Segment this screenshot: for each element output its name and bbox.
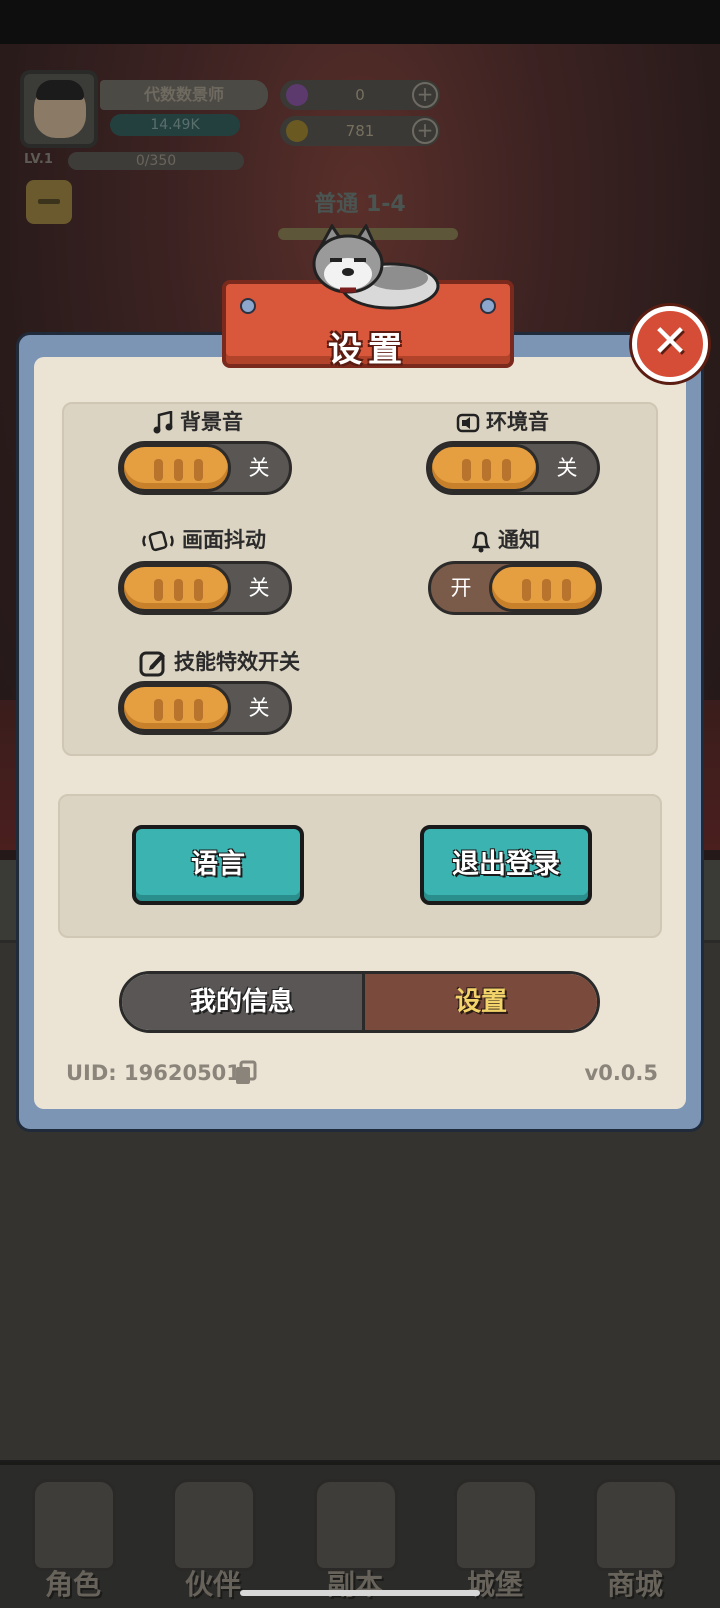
- vibrate-icon: [142, 530, 174, 552]
- bell-icon: [471, 531, 491, 553]
- settings-title: 设置: [328, 330, 408, 370]
- toggle-knob: [489, 564, 599, 612]
- add-gems-button[interactable]: +: [412, 82, 438, 108]
- uid-label: UID: 19620501: [66, 1061, 241, 1085]
- player-avatar[interactable]: [20, 70, 98, 148]
- avatar-hair: [36, 80, 84, 100]
- nav-item-partner[interactable]: 伙伴: [148, 1479, 278, 1605]
- skill-fx-toggle[interactable]: 关: [118, 681, 292, 735]
- language-button[interactable]: 语言: [132, 825, 304, 905]
- toggle-knob: [121, 564, 231, 612]
- nav-label: 伙伴: [184, 1568, 241, 1601]
- nav-label: 副本: [326, 1568, 383, 1601]
- shake-option-label: 画面抖动: [140, 524, 266, 556]
- coin-icon: [286, 120, 308, 142]
- nav-item-shop[interactable]: 商城: [570, 1479, 700, 1605]
- logout-button[interactable]: 退出登录: [420, 825, 592, 905]
- shake-toggle-state: 关: [248, 576, 270, 600]
- tab-my-info[interactable]: 我的信息: [122, 974, 362, 1030]
- home-indicator[interactable]: [240, 1590, 480, 1596]
- power-value: 14.49K: [110, 114, 240, 136]
- skill-fx-option-label: 技能特效开关: [138, 646, 300, 678]
- music-note-icon: [153, 410, 173, 434]
- game-screen: 代数数景师 14.49K LV.1 0/350 0 + 781 + 普通 1-4…: [0, 0, 720, 1608]
- level-label: LV.1: [24, 152, 53, 167]
- ambient-option-label: 环境音: [456, 406, 549, 438]
- ambient-toggle[interactable]: 关: [426, 441, 600, 495]
- notification-toggle[interactable]: 开: [428, 561, 602, 615]
- partner-icon: [172, 1479, 256, 1571]
- gem-counter: 0 +: [280, 80, 440, 110]
- nav-item-castle[interactable]: 城堡: [430, 1479, 560, 1605]
- toggle-knob: [121, 444, 231, 492]
- bgm-option-label: 背景音: [152, 406, 243, 438]
- coin-value: 781: [345, 122, 375, 140]
- skill-fx-toggle-state: 关: [248, 696, 270, 720]
- exp-progress: 0/350: [68, 152, 244, 170]
- banner-rivet: [480, 298, 496, 314]
- edit-icon: [139, 651, 165, 677]
- speaker-icon: [456, 413, 480, 433]
- side-menu-button[interactable]: [26, 180, 72, 224]
- close-button[interactable]: ✕: [632, 306, 708, 382]
- close-icon: ✕: [651, 316, 689, 367]
- status-bar: [0, 0, 720, 44]
- coin-counter: 781 +: [280, 116, 440, 146]
- toggle-knob: [121, 684, 231, 732]
- nav-item-character[interactable]: 角色: [8, 1479, 138, 1605]
- bottom-nav: 角色 伙伴 副本 城堡 商城: [0, 1462, 720, 1608]
- nav-label: 城堡: [466, 1568, 523, 1601]
- add-coins-button[interactable]: +: [412, 118, 438, 144]
- settings-tab-bar: 我的信息 设置: [119, 971, 600, 1033]
- shake-toggle[interactable]: 关: [118, 561, 292, 615]
- banner-rivet: [240, 298, 256, 314]
- gem-value: 0: [355, 86, 365, 104]
- stage-label: 普通 1-4: [314, 192, 406, 217]
- nav-label: 商城: [606, 1568, 663, 1601]
- nav-label: 角色: [44, 1568, 101, 1601]
- toggle-knob: [429, 444, 539, 492]
- notification-option-label: 通知: [470, 524, 540, 556]
- character-icon: [32, 1479, 116, 1571]
- ambient-toggle-state: 关: [556, 456, 578, 480]
- shop-icon: [594, 1479, 678, 1571]
- bgm-toggle[interactable]: 关: [118, 441, 292, 495]
- dungeon-icon: [314, 1479, 398, 1571]
- gem-icon: [286, 84, 308, 106]
- nav-item-dungeon[interactable]: 副本: [290, 1479, 420, 1605]
- husky-mascot: [312, 224, 440, 310]
- castle-icon: [454, 1479, 538, 1571]
- copy-icon[interactable]: [234, 1060, 258, 1086]
- tab-settings[interactable]: 设置: [362, 974, 597, 1030]
- bgm-toggle-state: 关: [248, 456, 270, 480]
- notification-toggle-state: 开: [450, 576, 472, 600]
- version-label: v0.0.5: [584, 1061, 658, 1085]
- player-name: 代数数景师: [100, 80, 268, 110]
